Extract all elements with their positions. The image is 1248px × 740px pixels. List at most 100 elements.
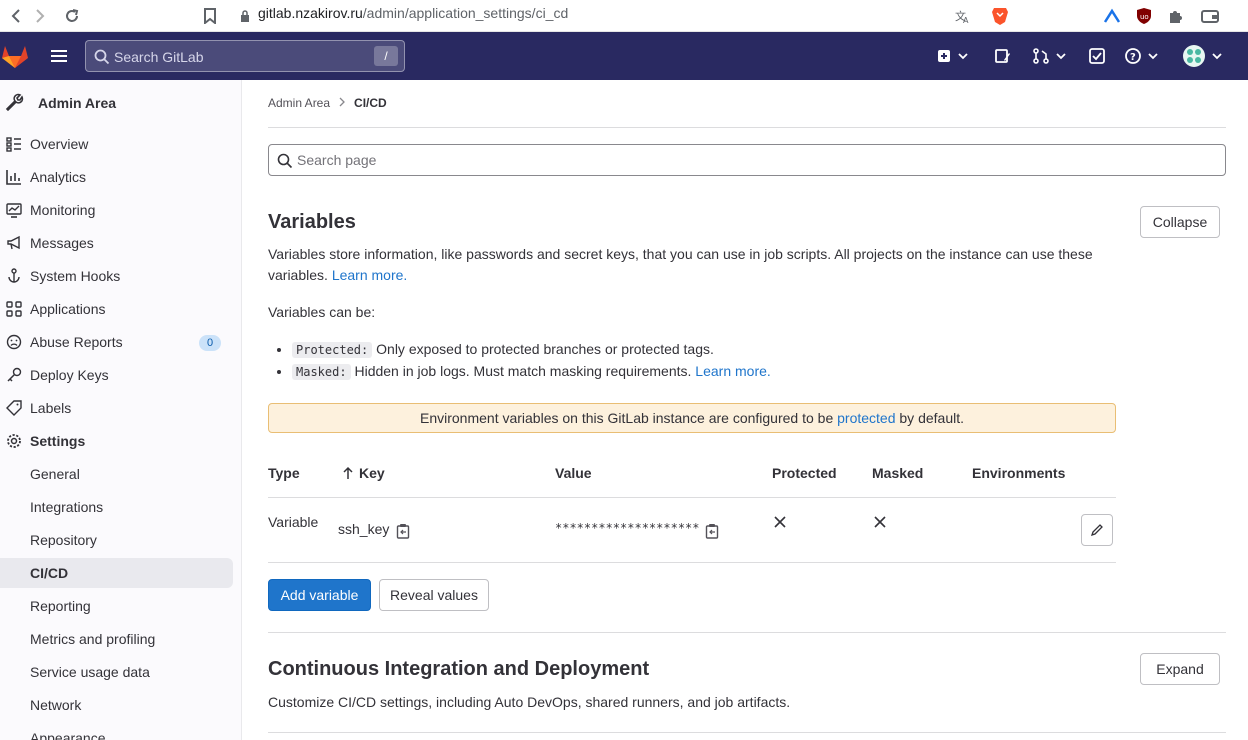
table-row-divider (268, 562, 1116, 563)
column-header-environments: Environments (972, 465, 1066, 481)
svg-text:?: ? (1130, 52, 1136, 63)
variables-description-text-2: variables. (268, 267, 328, 283)
sidebar-item-label: Analytics (30, 169, 87, 185)
sidebar-item-deploy-keys[interactable]: Deploy Keys (0, 360, 233, 390)
label-icon (6, 400, 22, 416)
wallet-icon[interactable] (1198, 4, 1222, 28)
copy-key-icon[interactable] (396, 523, 412, 539)
url-host: gitlab.nzakirov.ru (258, 5, 363, 21)
translate-icon[interactable]: 文A (950, 4, 974, 28)
divider (268, 127, 1226, 128)
protected-text: Only exposed to protected branches or pr… (376, 341, 714, 357)
sidebar-subitem-general[interactable]: General (0, 459, 233, 489)
protected-code: Protected: (292, 342, 373, 358)
sidebar-subitem-label: Network (30, 697, 82, 713)
reveal-values-button[interactable]: Reveal values (379, 579, 489, 611)
extension-icon-1[interactable] (1100, 4, 1124, 28)
section-divider (268, 732, 1226, 733)
column-header-value: Value (555, 465, 592, 481)
sidebar-subitem-ci-cd[interactable]: CI/CD (0, 558, 233, 588)
chevron-down-icon (1148, 53, 1158, 60)
sidebar-subitem-metrics-and-profiling[interactable]: Metrics and profiling (0, 624, 233, 654)
chevron-down-icon (958, 53, 968, 60)
todos-icon[interactable] (1088, 44, 1106, 68)
protected-close-icon (773, 515, 789, 531)
breadcrumb-admin-area[interactable]: Admin Area (268, 96, 330, 110)
sidebar-item-labels[interactable]: Labels (0, 393, 233, 423)
sidebar-subitem-label: Service usage data (30, 664, 150, 680)
protected-link[interactable]: protected (837, 410, 895, 426)
sidebar-subitem-appearance[interactable]: Appearance (0, 723, 233, 740)
sidebar-item-overview[interactable]: Overview (0, 129, 233, 159)
sidebar-subitem-network[interactable]: Network (0, 690, 233, 720)
sidebar-subitem-service-usage-data[interactable]: Service usage data (0, 657, 233, 687)
sidebar-item-settings[interactable]: Settings (0, 426, 233, 456)
sidebar-subitem-label: Repository (30, 532, 97, 548)
sidebar-item-system-hooks[interactable]: System Hooks (0, 261, 233, 291)
sidebar-item-label: Messages (30, 235, 94, 251)
sidebar-subitem-reporting[interactable]: Reporting (0, 591, 233, 621)
add-variable-button[interactable]: Add variable (268, 579, 371, 611)
new-dropdown-button[interactable] (936, 44, 970, 68)
list-item: Protected: Only exposed to protected bra… (292, 339, 771, 361)
sidebar-item-label: Applications (30, 301, 106, 317)
copy-value-icon[interactable] (705, 523, 721, 539)
variables-can-be: Variables can be: (268, 304, 376, 320)
extensions-puzzle-icon[interactable] (1164, 4, 1188, 28)
url-path: /admin/application_settings/ci_cd (362, 5, 569, 21)
question-icon: ? (1125, 48, 1141, 64)
learn-more-link[interactable]: Learn more. (332, 267, 407, 283)
sidebar-item-label: Monitoring (30, 202, 96, 218)
merge-requests-button[interactable] (1032, 44, 1068, 68)
search-shortcut-badge: / (374, 46, 398, 66)
column-header-key[interactable]: Key (343, 465, 385, 481)
back-icon[interactable] (4, 4, 28, 28)
sidebar-item-applications[interactable]: Applications (0, 294, 233, 324)
sidebar-item-abuse-reports[interactable]: Abuse Reports 0 (0, 327, 233, 357)
sort-arrow-up-icon (343, 466, 353, 479)
sidebar-item-analytics[interactable]: Analytics (0, 162, 233, 192)
ublock-icon[interactable]: uo (1132, 4, 1156, 28)
issues-icon[interactable] (994, 44, 1012, 68)
sidebar-subitem-label: General (30, 466, 80, 482)
bookmark-icon[interactable] (198, 4, 222, 28)
edit-variable-button[interactable] (1081, 514, 1113, 546)
search-icon (277, 153, 293, 169)
breadcrumb-current[interactable]: CI/CD (354, 96, 387, 110)
sidebar-subitem-integrations[interactable]: Integrations (0, 492, 233, 522)
cicd-section-title: Continuous Integration and Deployment (268, 658, 650, 680)
page-search-input[interactable]: Search page (268, 144, 1226, 176)
chevron-down-icon (1212, 53, 1222, 60)
expand-button[interactable]: Expand (1140, 653, 1220, 685)
help-button[interactable]: ? (1124, 44, 1160, 68)
hamburger-menu-icon[interactable] (50, 46, 70, 66)
brave-shield-icon[interactable] (988, 4, 1012, 28)
sidebar-title: Admin Area (38, 95, 117, 111)
address-bar[interactable]: gitlab.nzakirov.ru/admin/application_set… (258, 5, 568, 21)
alert-text: Environment variables on this GitLab ins… (419, 410, 834, 426)
sidebar-item-monitoring[interactable]: Monitoring (0, 195, 233, 225)
variable-value-masked: ******************** (555, 521, 700, 535)
chart-icon (6, 169, 22, 185)
column-header-protected: Protected (772, 465, 837, 481)
list-item: Masked: Hidden in job logs. Must match m… (292, 361, 771, 383)
sidebar-subitem-repository[interactable]: Repository (0, 525, 233, 555)
variable-type: Variable (268, 514, 319, 530)
svg-text:A: A (963, 16, 969, 24)
forward-icon[interactable] (28, 4, 52, 28)
protected-info-alert: Environment variables on this GitLab ins… (268, 403, 1116, 433)
sidebar-item-messages[interactable]: Messages (0, 228, 233, 258)
collapse-button[interactable]: Collapse (1140, 206, 1220, 238)
user-menu-button[interactable] (1182, 44, 1224, 68)
sidebar-subitem-label: Appearance (30, 730, 106, 740)
variable-key: ssh_key (338, 521, 390, 537)
column-header-key-label: Key (359, 465, 385, 481)
masking-learn-more-link[interactable]: Learn more. (695, 363, 770, 379)
lock-icon (238, 4, 252, 28)
sidebar-item-label: System Hooks (30, 268, 121, 284)
abuse-count-badge: 0 (199, 335, 221, 351)
reload-icon[interactable] (60, 4, 84, 28)
global-search-input[interactable]: Search GitLab / (85, 40, 405, 72)
page-search-placeholder: Search page (297, 152, 377, 168)
gitlab-logo-icon[interactable] (0, 42, 30, 70)
